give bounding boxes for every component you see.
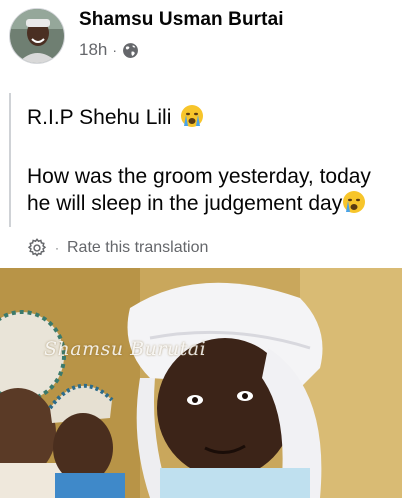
author-name[interactable]: Shamsu Usman Burtai [79, 9, 284, 31]
avatar[interactable] [9, 8, 65, 64]
photo-image [0, 268, 402, 498]
crying-face-icon [181, 105, 204, 127]
meta-separator: · [112, 42, 118, 58]
post-header: Shamsu Usman Burtai 18h · [0, 0, 402, 78]
globe-icon[interactable] [122, 42, 139, 59]
post-time[interactable]: 18h [79, 40, 107, 60]
post-text-line: R.I.P Shehu Lili [27, 104, 402, 131]
rating-separator: · [55, 241, 59, 255]
post-text: R.I.P Shehu Lili How was the groom yeste… [27, 104, 402, 217]
translation-quote-bar [9, 93, 11, 227]
rate-translation-link[interactable]: Rate this translation [67, 239, 208, 257]
post-photo[interactable]: Shamsu Burutai [0, 268, 402, 498]
post-meta: 18h · [79, 40, 139, 60]
translation-rating-row: · Rate this translation [26, 236, 208, 260]
photo-watermark: Shamsu Burutai [44, 338, 207, 360]
gear-icon[interactable] [26, 237, 48, 259]
crying-face-icon [343, 191, 366, 213]
post-text-line: How was the groom yesterday, today [27, 165, 371, 188]
post-text-line: he will sleep in the judgement day [27, 190, 402, 217]
